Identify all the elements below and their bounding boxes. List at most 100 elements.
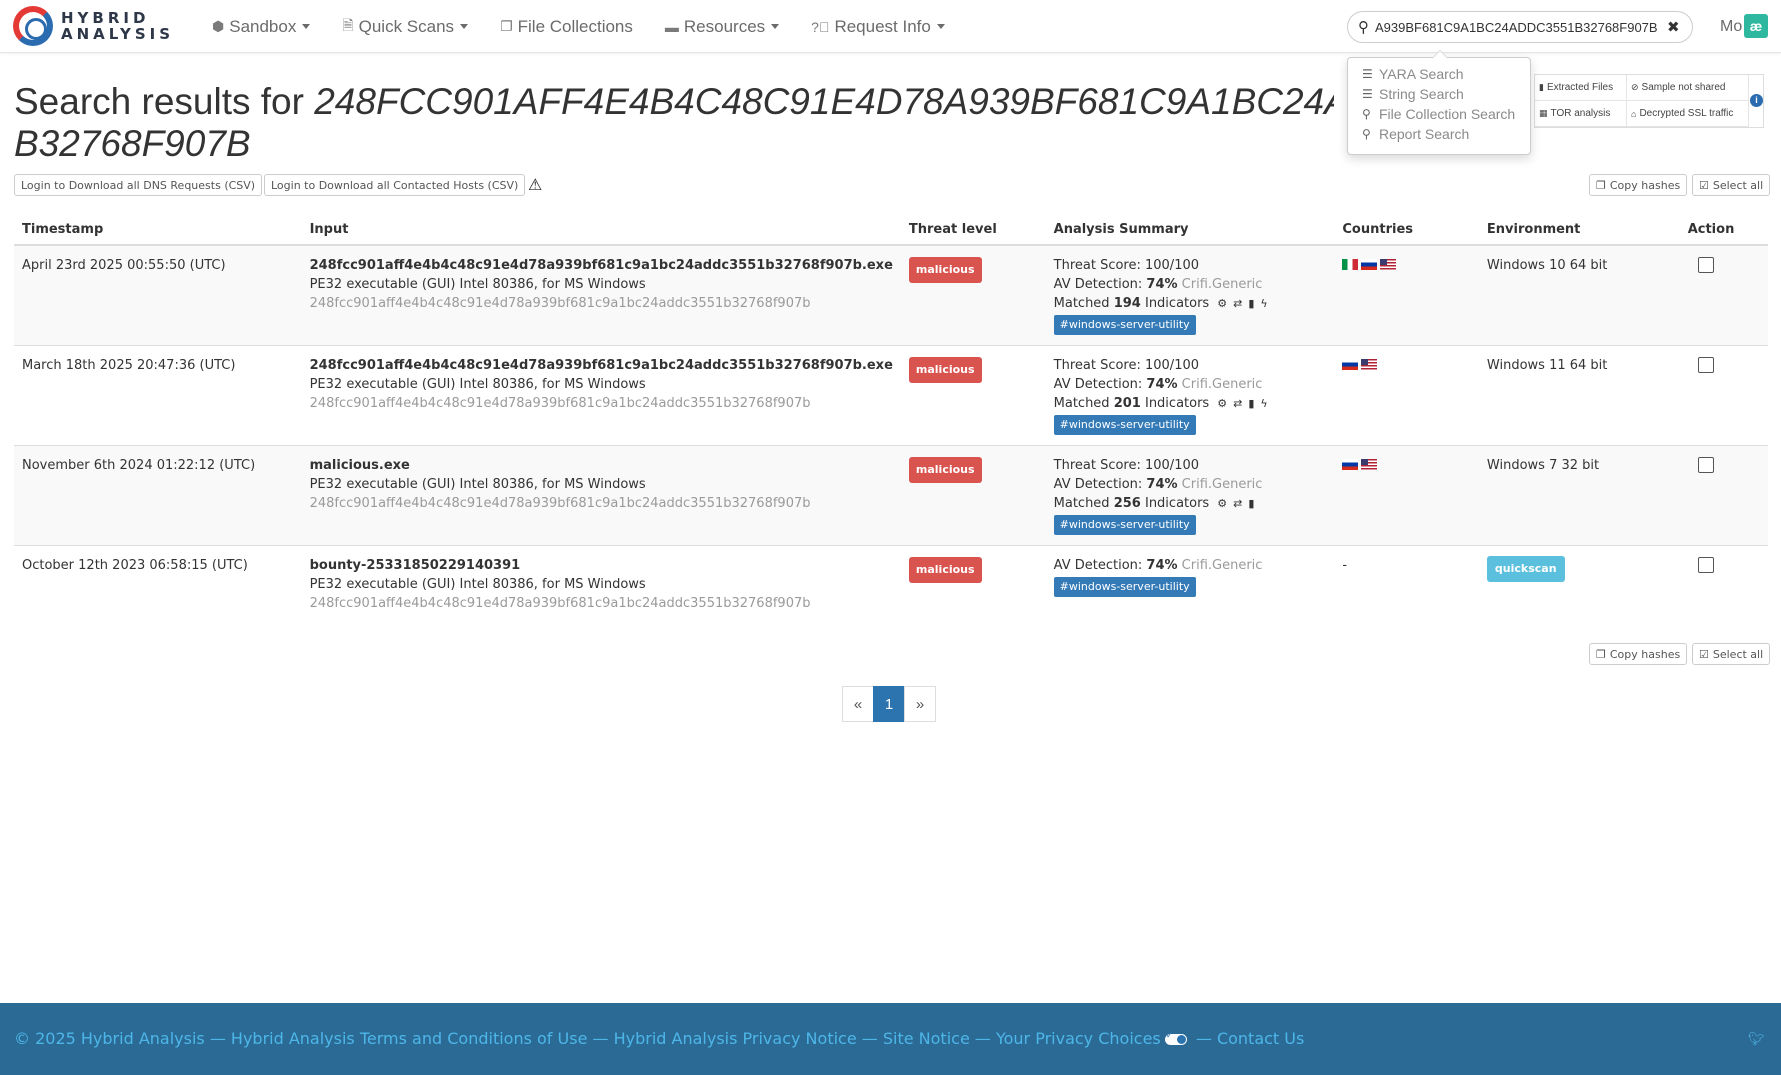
nav-request-info-label: Request Info — [834, 16, 931, 36]
table-row[interactable]: October 12th 2023 06:58:15 (UTC) bounty-… — [14, 544, 1768, 627]
tag-badge[interactable]: #windows-server-utility — [1053, 514, 1196, 535]
col-threat-level[interactable]: Threat level — [900, 214, 1046, 246]
av-name: Crifi.Generic — [1181, 476, 1263, 492]
row-filename-link[interactable]: 248fcc901aff4e4b4c48c91e4d78a939bf681c9a… — [310, 356, 893, 375]
row-select-checkbox[interactable] — [1697, 356, 1714, 373]
search-results-table: Timestamp Input Threat level Analysis Su… — [14, 214, 1768, 627]
dropdown-report-search-label: Report Search — [1379, 126, 1470, 142]
footer-separator: — — [592, 1029, 609, 1048]
matched-indicators: Matched 256 Indicators ⚙⇄▮ — [1054, 494, 1327, 513]
footer-copyright[interactable]: © 2025 Hybrid Analysis — [14, 1029, 205, 1048]
clear-search-icon[interactable]: ✖ — [1667, 18, 1680, 36]
dropdown-report-search[interactable]: ⚲ Report Search — [1348, 124, 1530, 144]
av-label: AV Detection: — [1053, 277, 1143, 292]
select-all-label: Select all — [1712, 647, 1764, 661]
footer-site-notice-link[interactable]: Site Notice — [883, 1029, 970, 1048]
download-dns-csv-button[interactable]: Login to Download all DNS Requests (CSV) — [14, 174, 263, 196]
dropdown-yara-search[interactable]: ☰ YARA Search — [1348, 64, 1530, 84]
row-filetype: PE32 executable (GUI) Intel 80386, for M… — [309, 576, 646, 592]
search-input[interactable] — [1375, 19, 1665, 35]
row-filename-link[interactable]: 248fcc901aff4e4b4c48c91e4d78a939bf681c9a… — [310, 256, 893, 275]
select-all-button-bottom[interactable]: ☑ Select all — [1692, 643, 1771, 665]
copy-hashes-button-bottom[interactable]: ❐ Copy hashes — [1589, 643, 1688, 665]
row-filename-link[interactable]: malicious.exe — [310, 456, 893, 475]
row-select-checkbox[interactable] — [1697, 257, 1714, 273]
threat-score: Threat Score: 100/100 — [1053, 457, 1200, 473]
database-icon: ☰ — [1362, 87, 1373, 101]
col-input[interactable]: Input — [301, 214, 901, 246]
flag-usa-icon — [1361, 458, 1378, 470]
info-icon[interactable]: i — [1750, 94, 1763, 107]
footer-terms-link[interactable]: Hybrid Analysis Terms and Conditions of … — [231, 1029, 588, 1048]
matched-suffix: Indicators — [1144, 395, 1210, 411]
twitter-icon[interactable]: 🐦︎ — [1748, 1031, 1765, 1047]
tag-badge[interactable]: #windows-server-utility — [1053, 576, 1196, 597]
matched-count: 194 — [1113, 296, 1141, 311]
nav-file-collections[interactable]: ❐ File Collections — [500, 17, 633, 37]
row-filename-link[interactable]: bounty-25331850229140391 — [310, 556, 893, 575]
user-badge-icon[interactable]: æ — [1744, 14, 1768, 38]
av-detection: AV Detection: 74% Crifi.Generic — [1054, 556, 1327, 575]
row-environment: Windows 10 64 bit — [1478, 244, 1680, 345]
copy-icon: ❐ — [1596, 178, 1606, 192]
file-icon: ▮ — [1248, 297, 1261, 310]
eye-slash-icon: ⊘ — [1631, 82, 1639, 92]
nav-sandbox[interactable]: ⬢ Sandbox — [212, 16, 311, 37]
col-timestamp[interactable]: Timestamp — [14, 214, 302, 246]
row-timestamp: November 6th 2024 01:22:12 (UTC) — [14, 444, 302, 545]
matched-prefix: Matched — [1053, 495, 1110, 511]
feature-sample-not-shared: ⊘ Sample not shared — [1627, 75, 1749, 101]
feature-decrypted-ssl: ⌂ Decrypted SSL traffic — [1627, 101, 1749, 127]
av-label: AV Detection: — [1053, 557, 1143, 573]
table-row[interactable]: March 18th 2025 20:47:36 (UTC) 248fcc901… — [14, 344, 1768, 445]
nav-quick-scans[interactable]: 🗎 Quick Scans — [342, 15, 469, 39]
copy-hashes-label: Copy hashes — [1609, 647, 1681, 661]
row-select-checkbox[interactable] — [1697, 556, 1714, 573]
nav-resources[interactable]: ▬ Resources — [665, 17, 780, 37]
row-input: malicious.exe PE32 executable (GUI) Inte… — [301, 444, 901, 545]
page-next-button[interactable]: » — [904, 686, 936, 722]
row-countries — [1334, 444, 1479, 545]
nav-more[interactable]: Mo — [1720, 18, 1742, 36]
row-hash: 248fcc901aff4e4b4c48c91e4d78a939bf681c9a… — [309, 296, 811, 311]
tag-badge[interactable]: #windows-server-utility — [1053, 414, 1196, 435]
nav-file-collections-label: File Collections — [517, 16, 633, 36]
hybrid-analysis-logo[interactable]: HYBRID ANALYSIS — [13, 6, 174, 46]
dropdown-string-search[interactable]: ☰ String Search — [1348, 84, 1530, 104]
av-value: 74% — [1146, 376, 1178, 392]
copy-hashes-button[interactable]: ❐ Copy hashes — [1589, 174, 1688, 196]
caret-down-icon — [771, 24, 780, 29]
feature-sample-not-shared-label: Sample not shared — [1641, 82, 1726, 93]
tag-badge[interactable]: #windows-server-utility — [1053, 315, 1196, 335]
nav-sandbox-label: Sandbox — [229, 16, 297, 36]
row-filetype: PE32 executable (GUI) Intel 80386, for M… — [309, 277, 646, 292]
matched-count: 201 — [1113, 395, 1141, 411]
page-current-button[interactable]: 1 — [873, 686, 905, 722]
footer-privacy-link[interactable]: Hybrid Analysis Privacy Notice — [614, 1029, 857, 1048]
matched-indicators: Matched 201 Indicators ⚙⇄▮ϟ — [1054, 394, 1327, 413]
select-all-button[interactable]: ☑ Select all — [1692, 174, 1771, 196]
footer-privacy-choices-link[interactable]: Your Privacy Choices — [996, 1029, 1161, 1048]
row-threat: malicious — [900, 344, 1046, 445]
row-select-checkbox[interactable] — [1697, 456, 1714, 473]
col-analysis-summary[interactable]: Analysis Summary — [1045, 214, 1335, 246]
table-row[interactable]: November 6th 2024 01:22:12 (UTC) malicio… — [14, 444, 1768, 545]
row-timestamp: March 18th 2025 20:47:36 (UTC) — [14, 344, 302, 445]
flag-russia-icon — [1342, 358, 1359, 370]
av-name: Crifi.Generic — [1181, 557, 1263, 573]
page-title-hash-continued: B32768F907B — [14, 123, 251, 164]
threat-badge: malicious — [908, 257, 982, 283]
file-icon: ▮ — [1539, 82, 1544, 92]
col-environment[interactable]: Environment — [1478, 214, 1680, 246]
download-hosts-csv-button[interactable]: Login to Download all Contacted Hosts (C… — [264, 174, 526, 196]
av-detection: AV Detection: 74% Crifi.Generic — [1054, 375, 1327, 394]
quickscan-badge: quickscan — [1486, 555, 1565, 582]
footer-contact-link[interactable]: Contact Us — [1217, 1029, 1304, 1048]
col-countries[interactable]: Countries — [1334, 214, 1479, 246]
table-row[interactable]: April 23rd 2025 00:55:50 (UTC) 248fcc901… — [14, 244, 1768, 345]
dropdown-file-collection-search[interactable]: ⚲ File Collection Search — [1348, 104, 1530, 124]
av-value: 74% — [1146, 557, 1178, 573]
nav-request-info[interactable]: ?⃝ Request Info — [811, 17, 945, 37]
av-detection: AV Detection: 74% Crifi.Generic — [1054, 475, 1327, 494]
page-prev-button[interactable]: « — [842, 686, 874, 722]
